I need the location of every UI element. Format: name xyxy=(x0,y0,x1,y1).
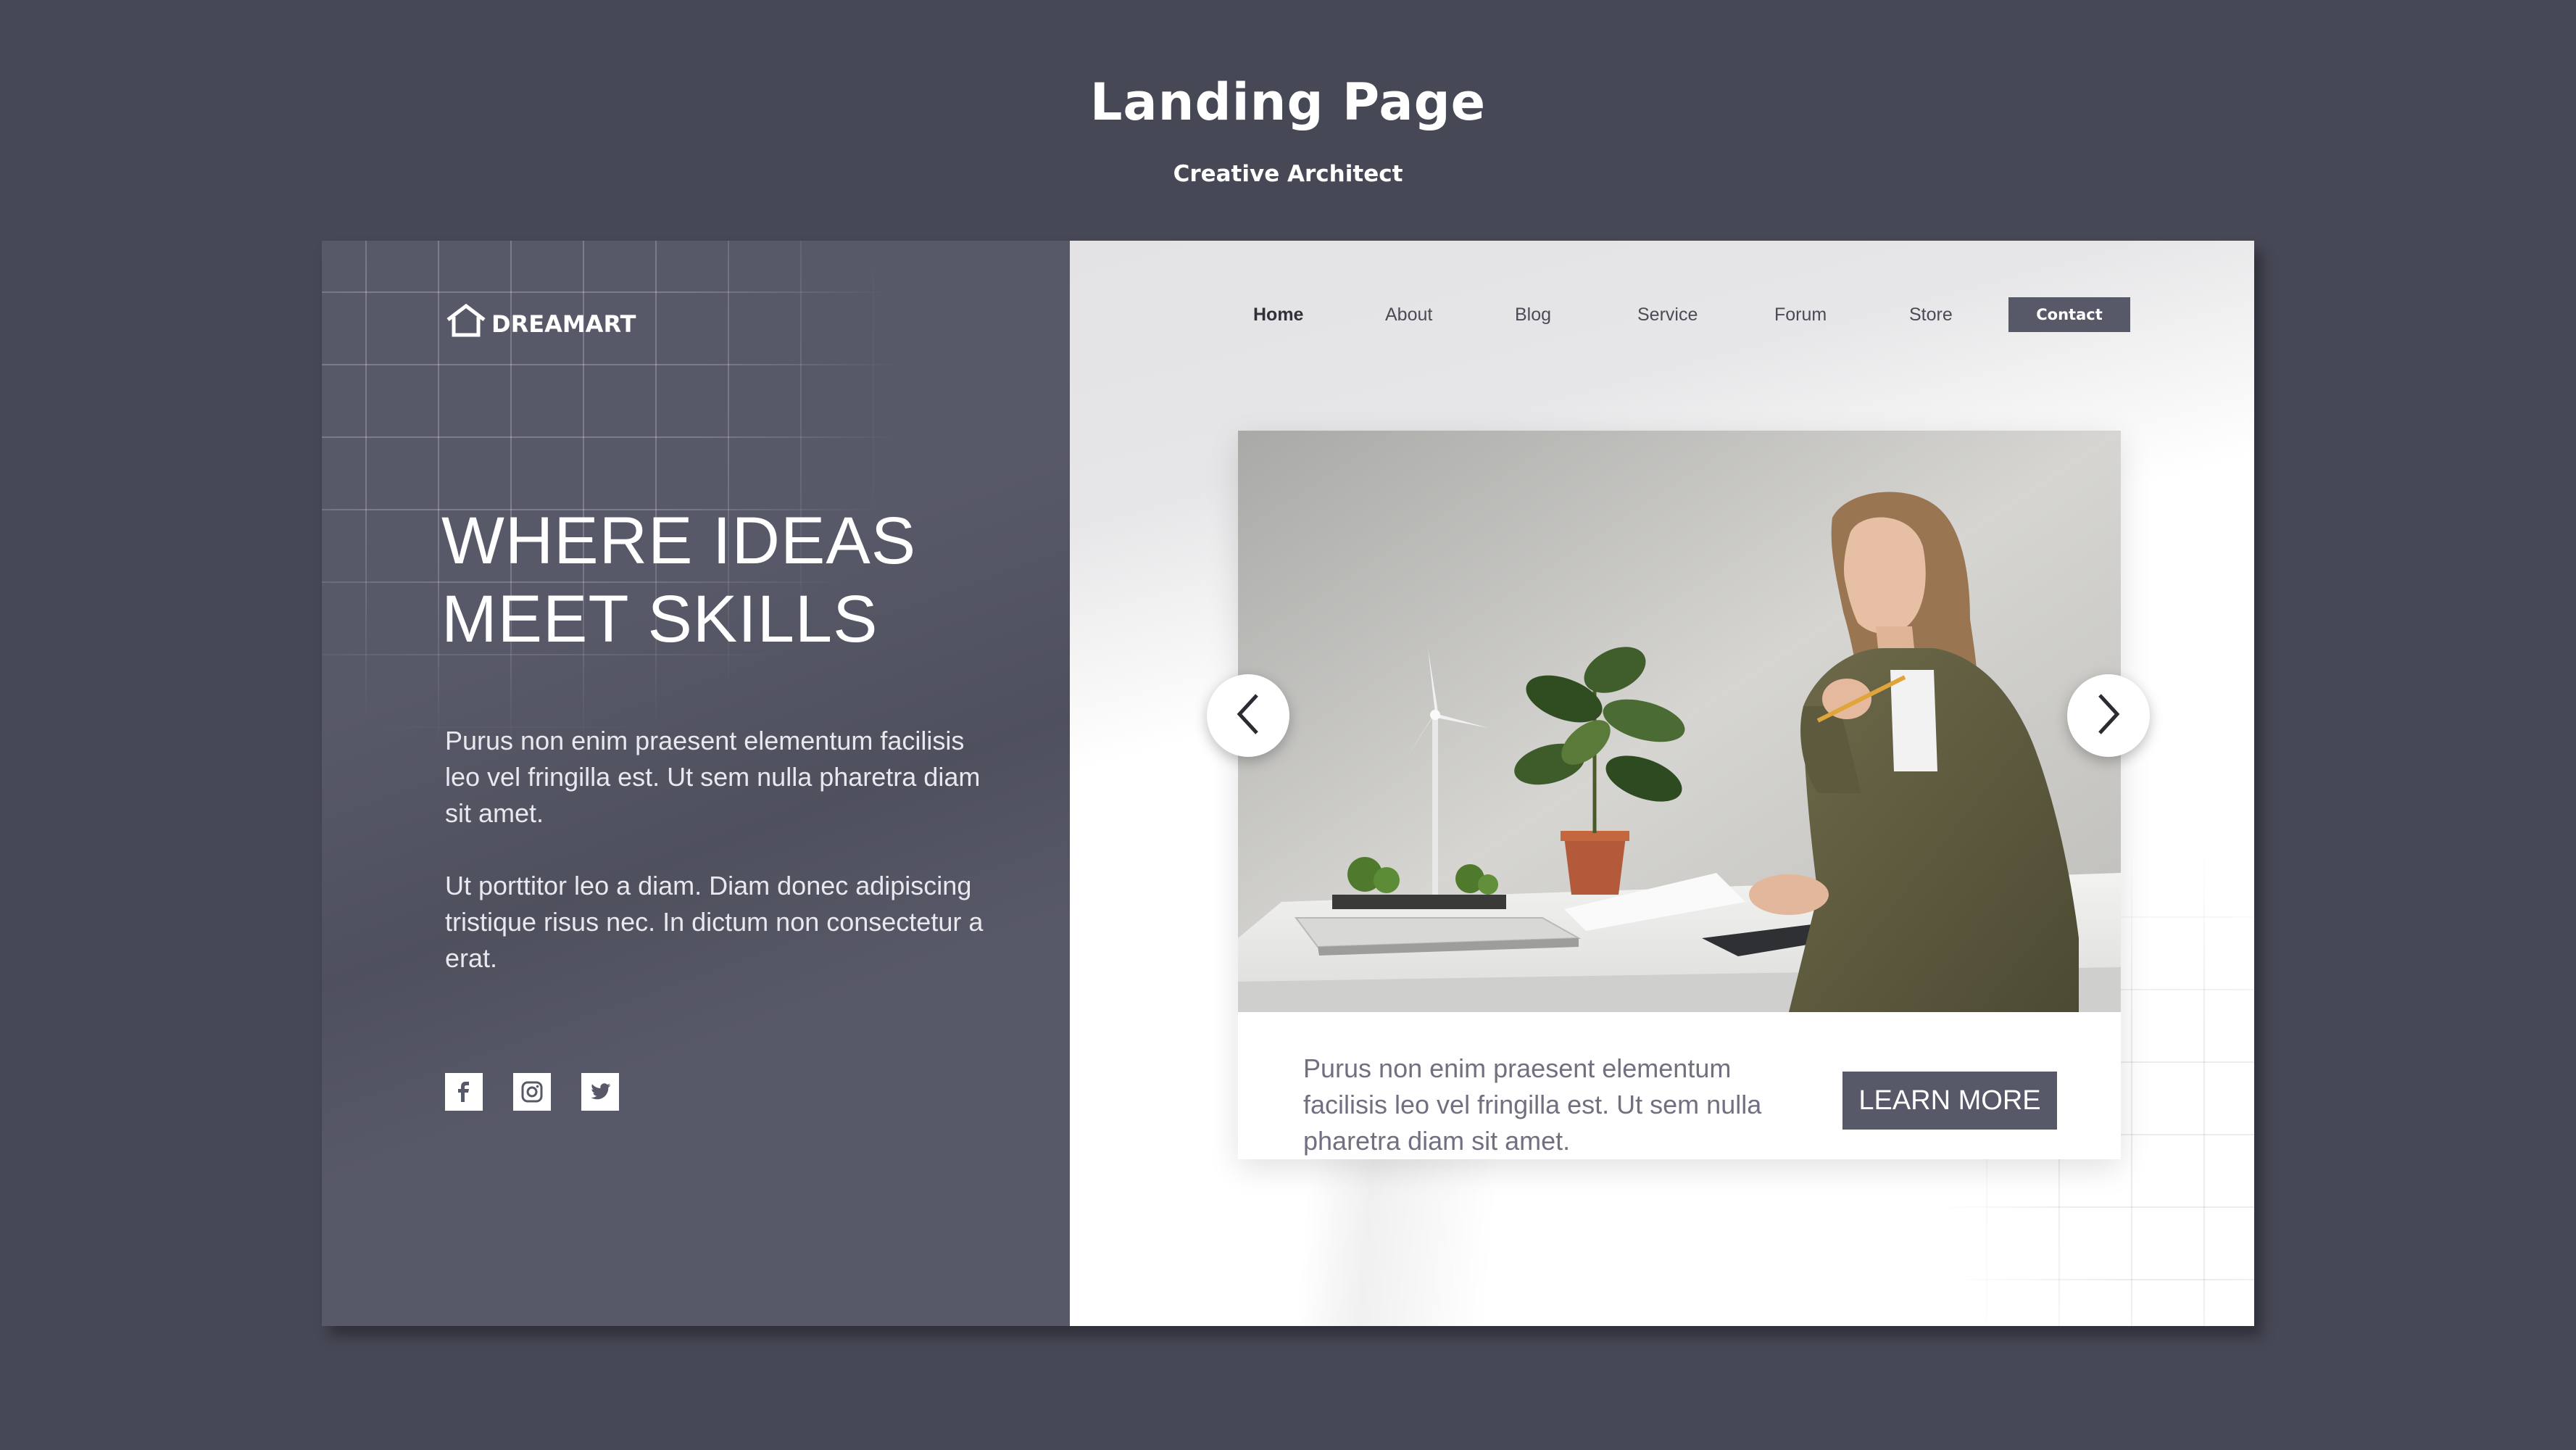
right-panel: Home About Blog Service Forum Store Puru… xyxy=(1070,241,2254,1326)
hero-paragraph-1: Purus non enim praesent elementum facili… xyxy=(445,726,981,828)
page-subtitle: Creative Architect xyxy=(1173,161,1403,187)
card-description: Purus non enim praesent elementum facili… xyxy=(1303,1053,1762,1156)
nav-item-home[interactable]: Home xyxy=(1253,297,1303,332)
hero-paragraph-2: Ut porttitor leo a diam. Diam donec adip… xyxy=(445,871,984,973)
carousel-next-button[interactable] xyxy=(2067,674,2150,757)
hero-heading-line-1: WHERE IDEAS xyxy=(441,504,917,578)
chevron-right-icon xyxy=(2093,692,2124,739)
landing-mockup: DREAMART WHERE IDEAS MEET SKILLS Purus n… xyxy=(322,241,2254,1326)
page-title: Landing Page xyxy=(1089,72,1487,132)
hero-photo xyxy=(1238,431,2121,1012)
house-icon xyxy=(445,304,487,337)
nav-item-blog[interactable]: Blog xyxy=(1515,297,1551,332)
contact-button[interactable]: Contact xyxy=(2008,297,2130,332)
carousel-prev-button[interactable] xyxy=(1207,674,1289,757)
brand-name: DREAMART xyxy=(491,310,636,338)
hero-heading: WHERE IDEAS MEET SKILLS xyxy=(441,502,1021,658)
nav-item-forum[interactable]: Forum xyxy=(1774,297,1827,332)
chevron-left-icon xyxy=(1232,692,1264,739)
brand-logo[interactable]: DREAMART xyxy=(445,299,636,342)
feature-card: Purus non enim praesent elementum facili… xyxy=(1238,431,2121,1159)
nav-item-about[interactable]: About xyxy=(1385,297,1432,332)
twitter-icon[interactable] xyxy=(581,1073,619,1111)
nav-item-store[interactable]: Store xyxy=(1909,297,1953,332)
social-links xyxy=(445,1073,619,1111)
hero-heading-line-2: MEET SKILLS xyxy=(441,582,878,656)
left-panel: DREAMART WHERE IDEAS MEET SKILLS Purus n… xyxy=(322,241,1070,1326)
learn-more-button[interactable]: LEARN MORE xyxy=(1842,1072,2057,1130)
facebook-icon[interactable] xyxy=(445,1073,483,1111)
nav-item-service[interactable]: Service xyxy=(1637,297,1698,332)
instagram-icon[interactable] xyxy=(513,1073,551,1111)
